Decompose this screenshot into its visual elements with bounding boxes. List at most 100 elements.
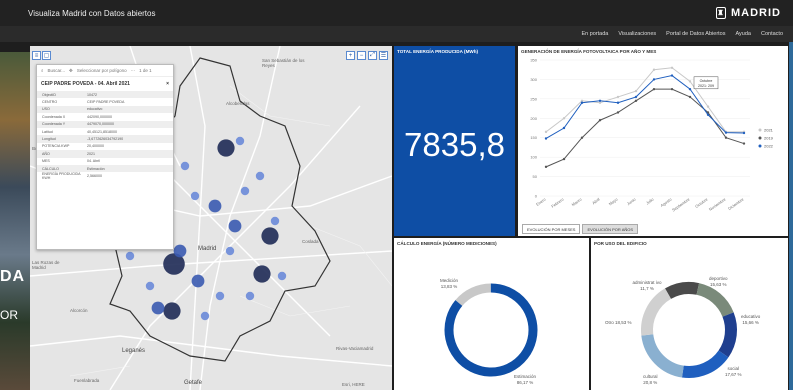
map-point[interactable]: [235, 136, 245, 146]
popup-value: Estimación: [87, 166, 105, 171]
donut-slice[interactable]: [641, 288, 672, 336]
map-point[interactable]: [125, 251, 135, 261]
data-point: [688, 87, 692, 91]
popup-value: 442090,000000: [87, 114, 112, 119]
popup-title: CEIP PADRE POVEDA - 04. Abril 2021: [41, 81, 130, 87]
data-point: [724, 136, 728, 139]
donut-slice[interactable]: [696, 283, 734, 318]
feature-popup[interactable]: ⌕ Buscar... ✥ Seleccionar por polígono ⋯…: [36, 64, 174, 250]
map-point[interactable]: [145, 281, 155, 291]
line-chart[interactable]: 050100150200250300350Enero Febrero Marzo Ab…: [518, 46, 788, 222]
map-point[interactable]: [151, 301, 165, 315]
popup-value: 40,45121,8518000: [87, 129, 117, 134]
data-point: [742, 131, 746, 135]
map-panel[interactable]: Alcobendas Madrid Coslada Leganés Getafe…: [30, 46, 392, 390]
map-label-leganes: Leganés: [122, 348, 146, 354]
data-point: [724, 131, 728, 134]
nav-contacto[interactable]: Contacto: [761, 31, 783, 37]
popup-select-tool[interactable]: Seleccionar por polígono: [77, 68, 127, 73]
donut-label: cultural 20,8 %: [643, 374, 658, 386]
map-label-coslada: Coslada: [302, 239, 319, 244]
nav-portada[interactable]: En portada: [581, 31, 608, 37]
map-point[interactable]: [253, 265, 271, 283]
data-point: [580, 136, 584, 139]
donut-slice[interactable]: [718, 312, 737, 358]
x-tick-label: Diciembre: [727, 196, 745, 211]
map-layers-button[interactable]: ☰: [379, 51, 388, 60]
map-point[interactable]: [191, 274, 205, 288]
map-zoom-in-button[interactable]: +: [346, 51, 355, 60]
donut-label: Medición 13,83 %: [440, 278, 458, 290]
tab-evolucion-anos[interactable]: EVOLUCIÓN POR AÑOS: [582, 224, 639, 234]
map-point[interactable]: [208, 199, 222, 213]
popup-row: ObjectID 10472: [37, 91, 173, 99]
tooltip-text: Octubre: [700, 79, 713, 83]
crest-icon: ♜: [716, 7, 726, 19]
popup-search[interactable]: Buscar...: [48, 68, 66, 73]
map-point[interactable]: [173, 244, 187, 258]
map-point[interactable]: [190, 191, 200, 201]
x-tick-label: Agosto: [660, 196, 674, 208]
map-point[interactable]: [261, 227, 279, 245]
map-point[interactable]: [255, 171, 265, 181]
map-point[interactable]: [270, 216, 280, 226]
donut-slice[interactable]: [665, 282, 700, 299]
data-point: [598, 119, 602, 122]
donut-label: administrat ivo 11,7 %: [631, 280, 663, 292]
map-point[interactable]: [217, 139, 235, 157]
donut-label-name: educativo: [741, 314, 761, 319]
select-polygon-icon[interactable]: ✥: [69, 68, 73, 74]
background-text-2: OR: [0, 308, 18, 322]
nav-visualizaciones[interactable]: Visualizaciones: [618, 31, 656, 37]
donut-uso-panel: POR USO DEL EDIFICIO administrat ivo 11,…: [591, 238, 788, 390]
search-icon[interactable]: ⌕: [41, 68, 44, 73]
nav-portal-datos[interactable]: Portal de Datos Abiertos: [666, 31, 725, 37]
map-fullscreen-button[interactable]: ⤢: [368, 51, 377, 60]
popup-key: ENERGÍA PRODUCIDA KWH: [42, 172, 81, 180]
map-point[interactable]: [215, 291, 225, 301]
map-point[interactable]: [277, 271, 287, 281]
donut-slice[interactable]: [455, 283, 492, 307]
map-point[interactable]: [180, 161, 190, 171]
data-point: [688, 95, 692, 99]
y-tick-label: 250: [530, 96, 537, 101]
map-label-alcobendas: Alcobendas: [226, 101, 250, 106]
popup-filter[interactable]: 1 de 1: [139, 68, 152, 73]
more-icon[interactable]: ⋯: [131, 68, 136, 74]
donut-calc-chart[interactable]: [394, 238, 589, 390]
map-point[interactable]: [200, 311, 210, 321]
map-zoom-out-button[interactable]: −: [357, 51, 366, 60]
close-icon[interactable]: ×: [166, 81, 169, 87]
data-point: [544, 165, 548, 169]
data-point: [634, 95, 638, 99]
map-point[interactable]: [225, 246, 235, 256]
popup-header: CEIP PADRE POVEDA - 04. Abril 2021 ×: [37, 77, 173, 91]
map-point[interactable]: [240, 186, 250, 196]
x-tick-label: Mayo: [608, 196, 620, 206]
map-menu-button[interactable]: ≡: [32, 51, 41, 60]
map-point[interactable]: [228, 219, 242, 233]
popup-row: Coordenada Y 4479070,000000: [37, 120, 173, 128]
map-select-button[interactable]: ▢: [42, 51, 51, 60]
y-tick-label: 0: [535, 194, 538, 199]
popup-toolbar: ⌕ Buscar... ✥ Seleccionar por polígono ⋯…: [37, 65, 173, 77]
popup-value: 2021: [87, 151, 95, 156]
map-point[interactable]: [245, 291, 255, 301]
data-point: [598, 99, 602, 102]
legend-marker: [758, 136, 762, 140]
tab-evolucion-meses[interactable]: EVOLUCIÓN POR MESES: [522, 224, 581, 234]
x-tick-label: Octubre: [694, 196, 709, 209]
donut-slice[interactable]: [641, 333, 685, 378]
nav-ayuda[interactable]: Ayuda: [735, 31, 751, 37]
x-tick-label: Abril: [591, 197, 601, 206]
map-point[interactable]: [163, 302, 181, 320]
popup-value: 10472: [87, 92, 97, 97]
data-point: [544, 137, 548, 140]
app-title[interactable]: Visualiza Madrid con Datos abiertos: [28, 9, 155, 18]
popup-value: 4479070,000000: [87, 122, 114, 127]
madrid-logo[interactable]: ♜ MADRID: [716, 7, 781, 19]
donut-slice[interactable]: [681, 350, 729, 378]
popup-attribute-table: ObjectID 10472 CENTRO CEIP PADRE POVEDA US…: [37, 91, 173, 180]
donut-label: Estimación 86,17 %: [514, 374, 536, 386]
x-tick-label: Febrero: [550, 196, 565, 209]
